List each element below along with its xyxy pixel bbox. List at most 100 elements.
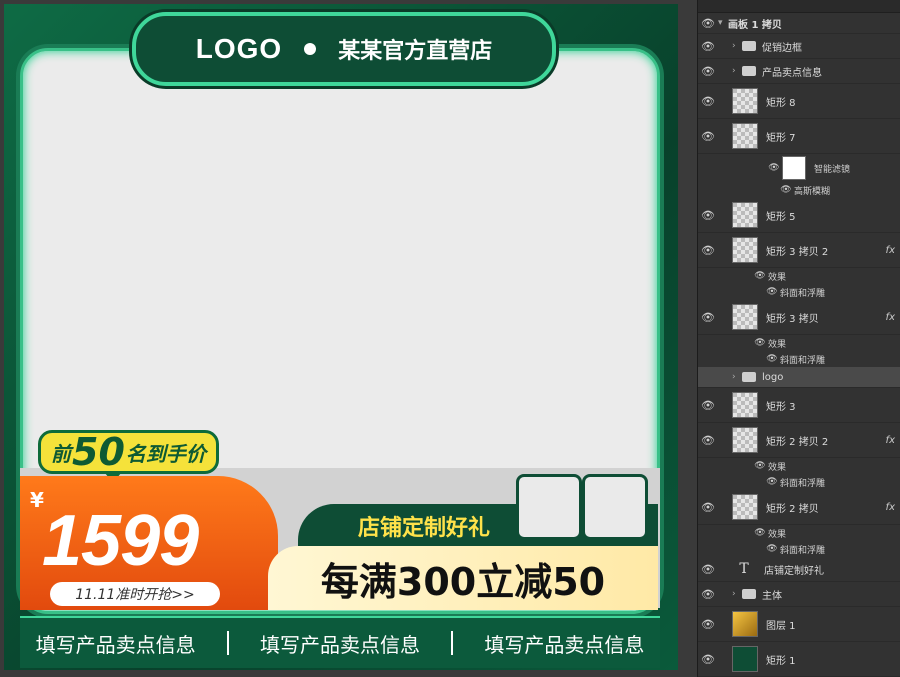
layer-name: 矩形 2 拷贝 [766, 503, 819, 515]
filter-effect-row[interactable]: 👁 高斯模糊 [698, 182, 900, 198]
eye-icon[interactable]: 👁 [764, 544, 780, 554]
eye-icon[interactable]: 👁 [698, 653, 718, 666]
design-canvas[interactable]: LOGO 某某官方直营店 前 50 名到手价 ¥ 1599 11.11准时开抢>… [0, 0, 697, 677]
deal-banner: 每满300立减50 [268, 546, 658, 610]
eye-icon[interactable]: 👁 [752, 338, 768, 348]
layer-thumbnail [732, 392, 758, 418]
eye-icon[interactable]: 👁 [698, 244, 718, 257]
layer-item[interactable]: 👁 矩形 2 拷贝 fx [698, 490, 900, 525]
chevron-right-icon[interactable]: › [732, 589, 742, 599]
effect-label: 效果 [768, 529, 787, 540]
effect-label: 效果 [768, 339, 787, 350]
layer-item[interactable]: 👁 矩形 2 拷贝 2 fx [698, 423, 900, 458]
gift-thumbnail-2 [582, 474, 648, 540]
logo-text: LOGO [195, 33, 283, 64]
eye-icon[interactable]: 👁 [698, 65, 718, 78]
layer-name: 主体 [762, 590, 782, 602]
effect-row[interactable]: 👁 效果 [698, 458, 900, 474]
eye-icon[interactable]: 👁 [752, 528, 768, 538]
fx-icon[interactable]: fx [886, 435, 895, 446]
gift-text: 店铺定制好礼 [358, 516, 491, 541]
filter-mask-thumbnail [782, 156, 806, 180]
effect-row[interactable]: 👁 效果 [698, 335, 900, 351]
filter-name: 智能滤镜 [814, 164, 851, 175]
layer-item[interactable]: 👁 矩形 5 [698, 198, 900, 233]
layer-thumbnail [732, 611, 758, 637]
eye-icon[interactable]: 👁 [698, 434, 718, 447]
layer-name: 图层 1 [766, 620, 796, 632]
layer-name: 矩形 7 [766, 132, 796, 144]
eye-icon[interactable]: 👁 [698, 209, 718, 222]
fx-icon[interactable]: fx [886, 245, 895, 256]
layer-name: 店铺定制好礼 [764, 565, 824, 577]
eye-icon[interactable]: 👁 [698, 501, 718, 514]
eye-icon[interactable]: 👁 [752, 271, 768, 281]
badge-suffix: 名到手价 [125, 441, 206, 466]
fx-icon[interactable]: fx [886, 502, 895, 513]
effect-label: 斜面和浮雕 [780, 545, 826, 556]
effect-row[interactable]: 👁 斜面和浮雕 [698, 284, 900, 300]
layer-folder[interactable]: 👁 › 主体 [698, 582, 900, 607]
layer-name: 矩形 2 拷贝 2 [766, 436, 829, 448]
layer-folder[interactable]: 👁 › 产品卖点信息 [698, 59, 900, 84]
effect-row[interactable]: 👁 效果 [698, 268, 900, 284]
layer-folder[interactable]: 👁 › 促销边框 [698, 34, 900, 59]
eye-icon[interactable]: 👁 [698, 17, 718, 30]
eye-icon[interactable]: 👁 [698, 130, 718, 143]
eye-icon[interactable]: 👁 [698, 40, 718, 53]
badge-number: 50 [72, 430, 125, 474]
eye-icon[interactable]: 👁 [778, 185, 794, 195]
eye-icon[interactable]: 👁 [764, 477, 780, 487]
eye-icon[interactable]: 👁 [752, 461, 768, 471]
panel-toolbar [698, 0, 900, 13]
effect-row[interactable]: 👁 斜面和浮雕 [698, 474, 900, 490]
layer-name: 产品卖点信息 [762, 67, 822, 79]
fx-icon[interactable]: fx [886, 312, 895, 323]
selling-points-footer: 填写产品卖点信息 填写产品卖点信息 填写产品卖点信息 [20, 616, 660, 668]
layer-thumbnail [732, 304, 758, 330]
layer-folder[interactable]: › logo [698, 367, 900, 388]
layer-item[interactable]: 👁 矩形 3 拷贝 fx [698, 300, 900, 335]
chevron-right-icon[interactable]: › [732, 41, 742, 51]
chevron-down-icon[interactable]: ▾ [718, 18, 728, 28]
filter-effect-name: 高斯模糊 [794, 186, 831, 197]
eye-icon[interactable]: 👁 [766, 163, 782, 173]
effect-row[interactable]: 👁 效果 [698, 525, 900, 541]
layer-text[interactable]: 👁 T 店铺定制好礼 [698, 557, 900, 582]
folder-icon [742, 589, 756, 599]
effect-row[interactable]: 👁 斜面和浮雕 [698, 541, 900, 557]
selling-point-1: 填写产品卖点信息 [35, 632, 196, 657]
layer-thumbnail [732, 494, 758, 520]
eye-icon[interactable]: 👁 [698, 311, 718, 324]
layer-item[interactable]: 👁 矩形 1 [698, 642, 900, 677]
folder-icon [742, 41, 756, 51]
chevron-right-icon[interactable]: › [732, 66, 742, 76]
eye-icon[interactable]: 👁 [698, 588, 718, 601]
layer-group-artboard[interactable]: 👁 ▾ 画板 1 拷贝 [698, 13, 900, 34]
eye-icon[interactable]: 👁 [698, 95, 718, 108]
layer-name: 画板 1 拷贝 [728, 19, 782, 31]
layer-thumbnail [732, 202, 758, 228]
divider [451, 631, 454, 655]
effect-row[interactable]: 👁 斜面和浮雕 [698, 351, 900, 367]
layer-item[interactable]: 👁 矩形 7 [698, 119, 900, 154]
smart-filter-row[interactable]: 👁 智能滤镜 [698, 154, 900, 182]
eye-icon[interactable]: 👁 [698, 399, 718, 412]
layer-item[interactable]: 👁 矩形 3 [698, 388, 900, 423]
eye-icon[interactable]: 👁 [764, 354, 780, 364]
chevron-right-icon[interactable]: › [732, 372, 742, 382]
early-bird-badge: 前 50 名到手价 [38, 430, 219, 483]
layers-panel[interactable]: 👁 ▾ 画板 1 拷贝 👁 › 促销边框 👁 › 产品卖点信息 👁 矩形 8 👁… [697, 0, 900, 677]
selling-point-2: 填写产品卖点信息 [259, 632, 420, 657]
effect-label: 斜面和浮雕 [780, 288, 826, 299]
layer-name: 矩形 5 [766, 211, 796, 223]
text-layer-icon: T [739, 561, 749, 577]
layer-item[interactable]: 👁 矩形 8 [698, 84, 900, 119]
layer-name: 矩形 3 [766, 401, 796, 413]
layer-item[interactable]: 👁 图层 1 [698, 607, 900, 642]
eye-icon[interactable]: 👁 [698, 618, 718, 631]
eye-icon[interactable]: 👁 [764, 287, 780, 297]
layer-item[interactable]: 👁 矩形 3 拷贝 2 fx [698, 233, 900, 268]
folder-icon [742, 372, 756, 382]
eye-icon[interactable]: 👁 [698, 563, 718, 576]
